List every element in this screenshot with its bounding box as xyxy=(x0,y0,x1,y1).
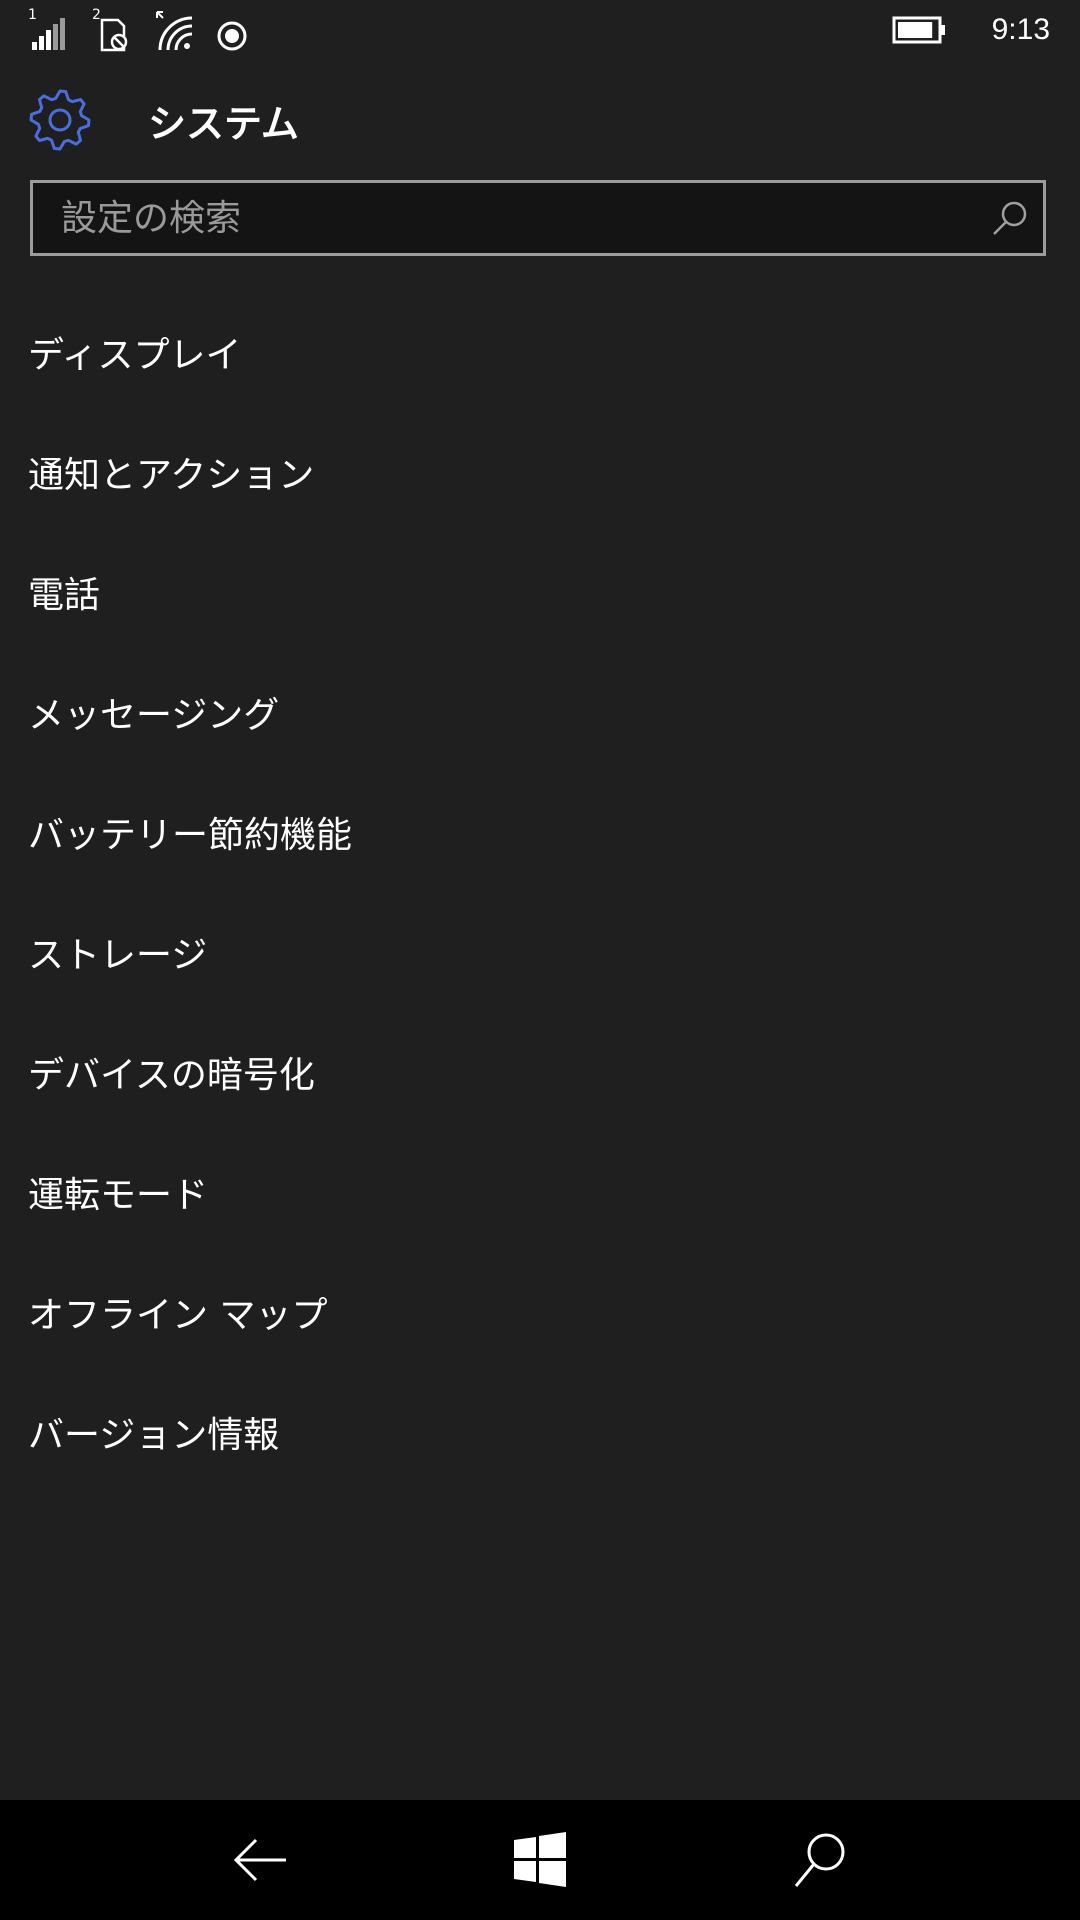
menu-item-about[interactable]: バージョン情報 xyxy=(0,1372,1080,1492)
menu-item-label: バージョン情報 xyxy=(28,1415,280,1456)
search-box[interactable] xyxy=(30,180,1046,256)
menu-item-label: バッテリー節約機能 xyxy=(28,815,353,856)
menu-item-label: メッセージング xyxy=(28,695,280,736)
navigation-bar xyxy=(0,1800,1080,1920)
menu-item-messaging[interactable]: メッセージング xyxy=(0,652,1080,772)
menu-item-label: 通知とアクション xyxy=(28,455,315,496)
status-bar: 1 2 9:13 xyxy=(0,0,1080,60)
menu-item-label: オフライン マップ xyxy=(28,1295,328,1336)
settings-menu-list: ディスプレイ 通知とアクション 電話 メッセージング バッテリー節約機能 ストレ… xyxy=(0,292,1080,1492)
back-button[interactable] xyxy=(230,1830,290,1890)
sim1-signal-icon: 1 xyxy=(28,8,70,52)
search-input[interactable] xyxy=(33,183,973,253)
sim2-no-service-icon: 2 xyxy=(92,8,132,52)
settings-screen: 1 2 9:13 システム 設定の検索 ディスプレイ 通知とアクション 電話 メ… xyxy=(0,0,1080,1920)
record-icon xyxy=(216,8,248,52)
wifi-icon xyxy=(154,8,194,52)
menu-item-label: 電話 xyxy=(28,575,101,616)
status-icons-left: 1 2 xyxy=(28,8,270,52)
clock: 9:13 xyxy=(991,13,1050,46)
search-icon[interactable] xyxy=(991,199,1029,237)
gear-icon xyxy=(28,88,92,152)
home-button[interactable] xyxy=(510,1830,570,1890)
status-icons-right: 9:13 xyxy=(892,8,1050,52)
search-icon xyxy=(794,1833,845,1887)
menu-item-label: ディスプレイ xyxy=(28,335,242,376)
menu-item-display[interactable]: ディスプレイ xyxy=(0,292,1080,412)
menu-item-device-encryption[interactable]: デバイスの暗号化 xyxy=(0,1012,1080,1132)
menu-item-offline-maps[interactable]: オフライン マップ xyxy=(0,1252,1080,1372)
menu-item-label: ストレージ xyxy=(28,935,208,976)
windows-logo-icon xyxy=(514,1832,566,1887)
menu-item-label: 運転モード xyxy=(28,1175,209,1216)
page-header: システム xyxy=(28,86,299,154)
battery-icon xyxy=(892,15,948,45)
menu-item-battery-saver[interactable]: バッテリー節約機能 xyxy=(0,772,1080,892)
menu-item-label: デバイスの暗号化 xyxy=(28,1055,315,1096)
back-arrow-icon xyxy=(233,1838,286,1882)
menu-item-notifications[interactable]: 通知とアクション xyxy=(0,412,1080,532)
page-title: システム xyxy=(148,101,299,146)
menu-item-storage[interactable]: ストレージ xyxy=(0,892,1080,1012)
menu-item-phone[interactable]: 電話 xyxy=(0,532,1080,652)
menu-item-driving-mode[interactable]: 運転モード xyxy=(0,1132,1080,1252)
search-button[interactable] xyxy=(790,1830,850,1890)
